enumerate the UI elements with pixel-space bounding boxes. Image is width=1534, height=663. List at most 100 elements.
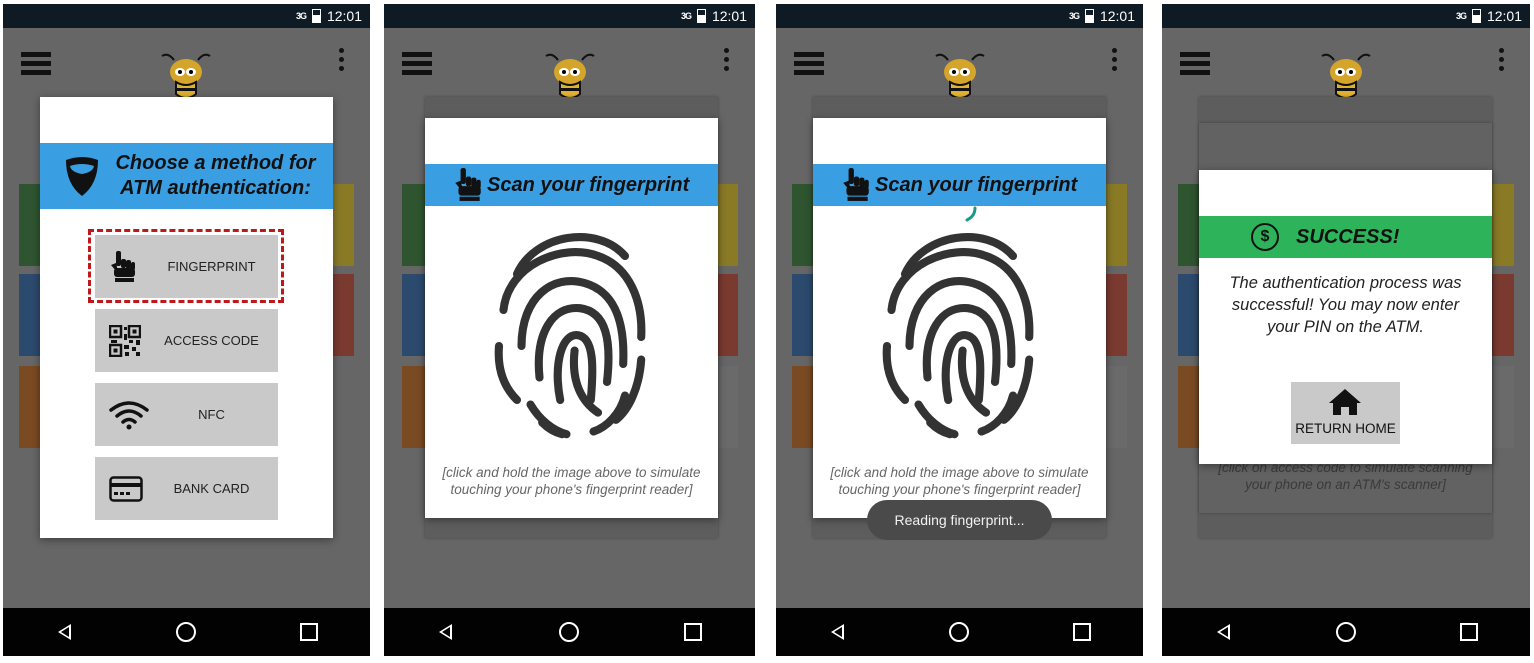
credit-card-icon xyxy=(109,475,143,502)
success-message-line3: your PIN on the ATM. xyxy=(1267,318,1424,336)
home-icon xyxy=(559,622,580,642)
battery-icon xyxy=(696,9,706,23)
hamburger-menu-icon[interactable] xyxy=(1180,52,1210,75)
dialog-title-line1: Choose a method for xyxy=(115,152,316,174)
success-message-line1: The authentication process was xyxy=(1229,274,1462,292)
hamburger-menu-icon[interactable] xyxy=(402,52,432,75)
overflow-menu-icon[interactable] xyxy=(1499,48,1504,71)
overflow-menu-icon[interactable] xyxy=(1112,48,1117,71)
scan-fingerprint-dialog: Scan your fingerprint [click and hold th… xyxy=(813,118,1106,518)
recents-icon xyxy=(684,623,703,641)
instruction-line1: [click and hold the image above to simul… xyxy=(830,465,1089,480)
instruction-line1: [click and hold the image above to simul… xyxy=(442,465,701,480)
hand-pointer-icon xyxy=(843,168,869,201)
system-nav-bar xyxy=(384,608,755,656)
shield-icon xyxy=(66,157,98,196)
instruction-line2: touching your phone's fingerprint reader… xyxy=(450,482,693,497)
back-button[interactable] xyxy=(1203,612,1243,652)
bank-card-option-button[interactable]: BANK CARD xyxy=(95,457,278,520)
fingerprint-image[interactable] xyxy=(481,220,661,445)
back-button[interactable] xyxy=(817,612,857,652)
status-bar: 3G 12:01 xyxy=(384,4,755,28)
access-code-option-button[interactable]: ACCESS CODE xyxy=(95,309,278,372)
background-tile xyxy=(1490,184,1514,266)
nfc-option-button[interactable]: NFC xyxy=(95,383,278,446)
back-button[interactable] xyxy=(44,612,84,652)
option-label: NFC xyxy=(198,407,225,422)
back-button[interactable] xyxy=(426,612,466,652)
success-title: SUCCESS! xyxy=(1296,225,1400,248)
background-tile xyxy=(1103,274,1127,356)
system-nav-bar xyxy=(776,608,1143,656)
phone-screen-3: 3G 12:01 Scan your fingerprint [click an… xyxy=(776,4,1143,656)
status-time: 12:01 xyxy=(326,8,362,24)
selection-highlight xyxy=(88,229,284,303)
scan-fingerprint-dialog: Scan your fingerprint [click and hold th… xyxy=(425,118,718,518)
back-icon xyxy=(439,624,453,640)
battery-icon xyxy=(311,9,321,23)
status-bar: 3G 12:01 xyxy=(3,4,370,28)
back-icon xyxy=(57,624,71,640)
return-home-button[interactable]: RETURN HOME xyxy=(1291,382,1400,444)
success-message-line2: successful! You may now enter xyxy=(1231,296,1460,314)
status-bar: 3G 12:01 xyxy=(1162,4,1530,28)
background-tile xyxy=(402,366,426,448)
home-button[interactable] xyxy=(166,612,206,652)
status-bar: 3G 12:01 xyxy=(776,4,1143,28)
behind-instruction-text: [click on access code to simulate scanni… xyxy=(1199,459,1492,493)
home-icon xyxy=(176,622,197,642)
return-home-label: RETURN HOME xyxy=(1295,421,1396,436)
hand-pointer-icon xyxy=(455,168,481,201)
background-tile xyxy=(330,184,354,266)
dollar-icon: $ xyxy=(1251,223,1279,251)
signal-icon: 3G xyxy=(1068,11,1080,21)
wifi-icon xyxy=(109,400,149,429)
background-tile xyxy=(330,274,354,356)
option-label: BANK CARD xyxy=(173,481,250,496)
bee-mascot-logo xyxy=(545,53,595,99)
fingerprint-image[interactable] xyxy=(869,220,1049,445)
home-button[interactable] xyxy=(1326,612,1366,652)
background-tile xyxy=(402,184,426,266)
bee-mascot-logo xyxy=(935,53,985,99)
behind-instruction-line2: your phone on an ATM's scanner] xyxy=(1245,477,1446,492)
system-nav-bar xyxy=(1162,608,1530,656)
phone-screen-2: 3G 12:01 Scan your fingerprint [click an… xyxy=(384,4,755,656)
background-tile xyxy=(1490,274,1514,356)
background-tile xyxy=(1103,184,1127,266)
reading-toast: Reading fingerprint... xyxy=(867,500,1052,540)
recents-button[interactable] xyxy=(289,612,329,652)
status-time: 12:01 xyxy=(1486,8,1522,24)
success-dialog: $ SUCCESS! The authentication process wa… xyxy=(1199,170,1492,464)
recents-button[interactable] xyxy=(1449,612,1489,652)
home-button[interactable] xyxy=(549,612,589,652)
battery-icon xyxy=(1084,9,1094,23)
home-icon xyxy=(1335,622,1356,642)
bee-mascot-logo xyxy=(1321,53,1371,99)
recents-button[interactable] xyxy=(1062,612,1102,652)
dialog-header: Scan your fingerprint xyxy=(425,164,718,206)
back-icon xyxy=(1216,624,1230,640)
dialog-title: Scan your fingerprint xyxy=(875,173,1078,196)
instruction-text: [click and hold the image above to simul… xyxy=(813,464,1106,498)
recents-icon xyxy=(1459,623,1478,641)
overflow-menu-icon[interactable] xyxy=(339,48,344,71)
background-tile xyxy=(1490,366,1514,448)
background-tile xyxy=(402,274,426,356)
hamburger-menu-icon[interactable] xyxy=(794,52,824,75)
recents-icon xyxy=(299,623,318,641)
overflow-menu-icon[interactable] xyxy=(724,48,729,71)
home-button[interactable] xyxy=(939,612,979,652)
phone-screen-4: 3G 12:01 [click on access code to simula… xyxy=(1162,4,1530,656)
instruction-line2: touching your phone's fingerprint reader… xyxy=(838,482,1081,497)
instruction-text: [click and hold the image above to simul… xyxy=(425,464,718,498)
dialog-header: Choose a method for ATM authentication: xyxy=(40,143,333,209)
dialog-title-line2: ATM authentication: xyxy=(120,177,311,199)
system-nav-bar xyxy=(3,608,370,656)
dialog-title: Scan your fingerprint xyxy=(487,173,690,196)
recents-button[interactable] xyxy=(673,612,713,652)
bee-mascot-logo xyxy=(161,53,211,99)
auth-method-dialog: Choose a method for ATM authentication: … xyxy=(40,97,333,538)
status-time: 12:01 xyxy=(1099,8,1135,24)
hamburger-menu-icon[interactable] xyxy=(21,52,51,75)
